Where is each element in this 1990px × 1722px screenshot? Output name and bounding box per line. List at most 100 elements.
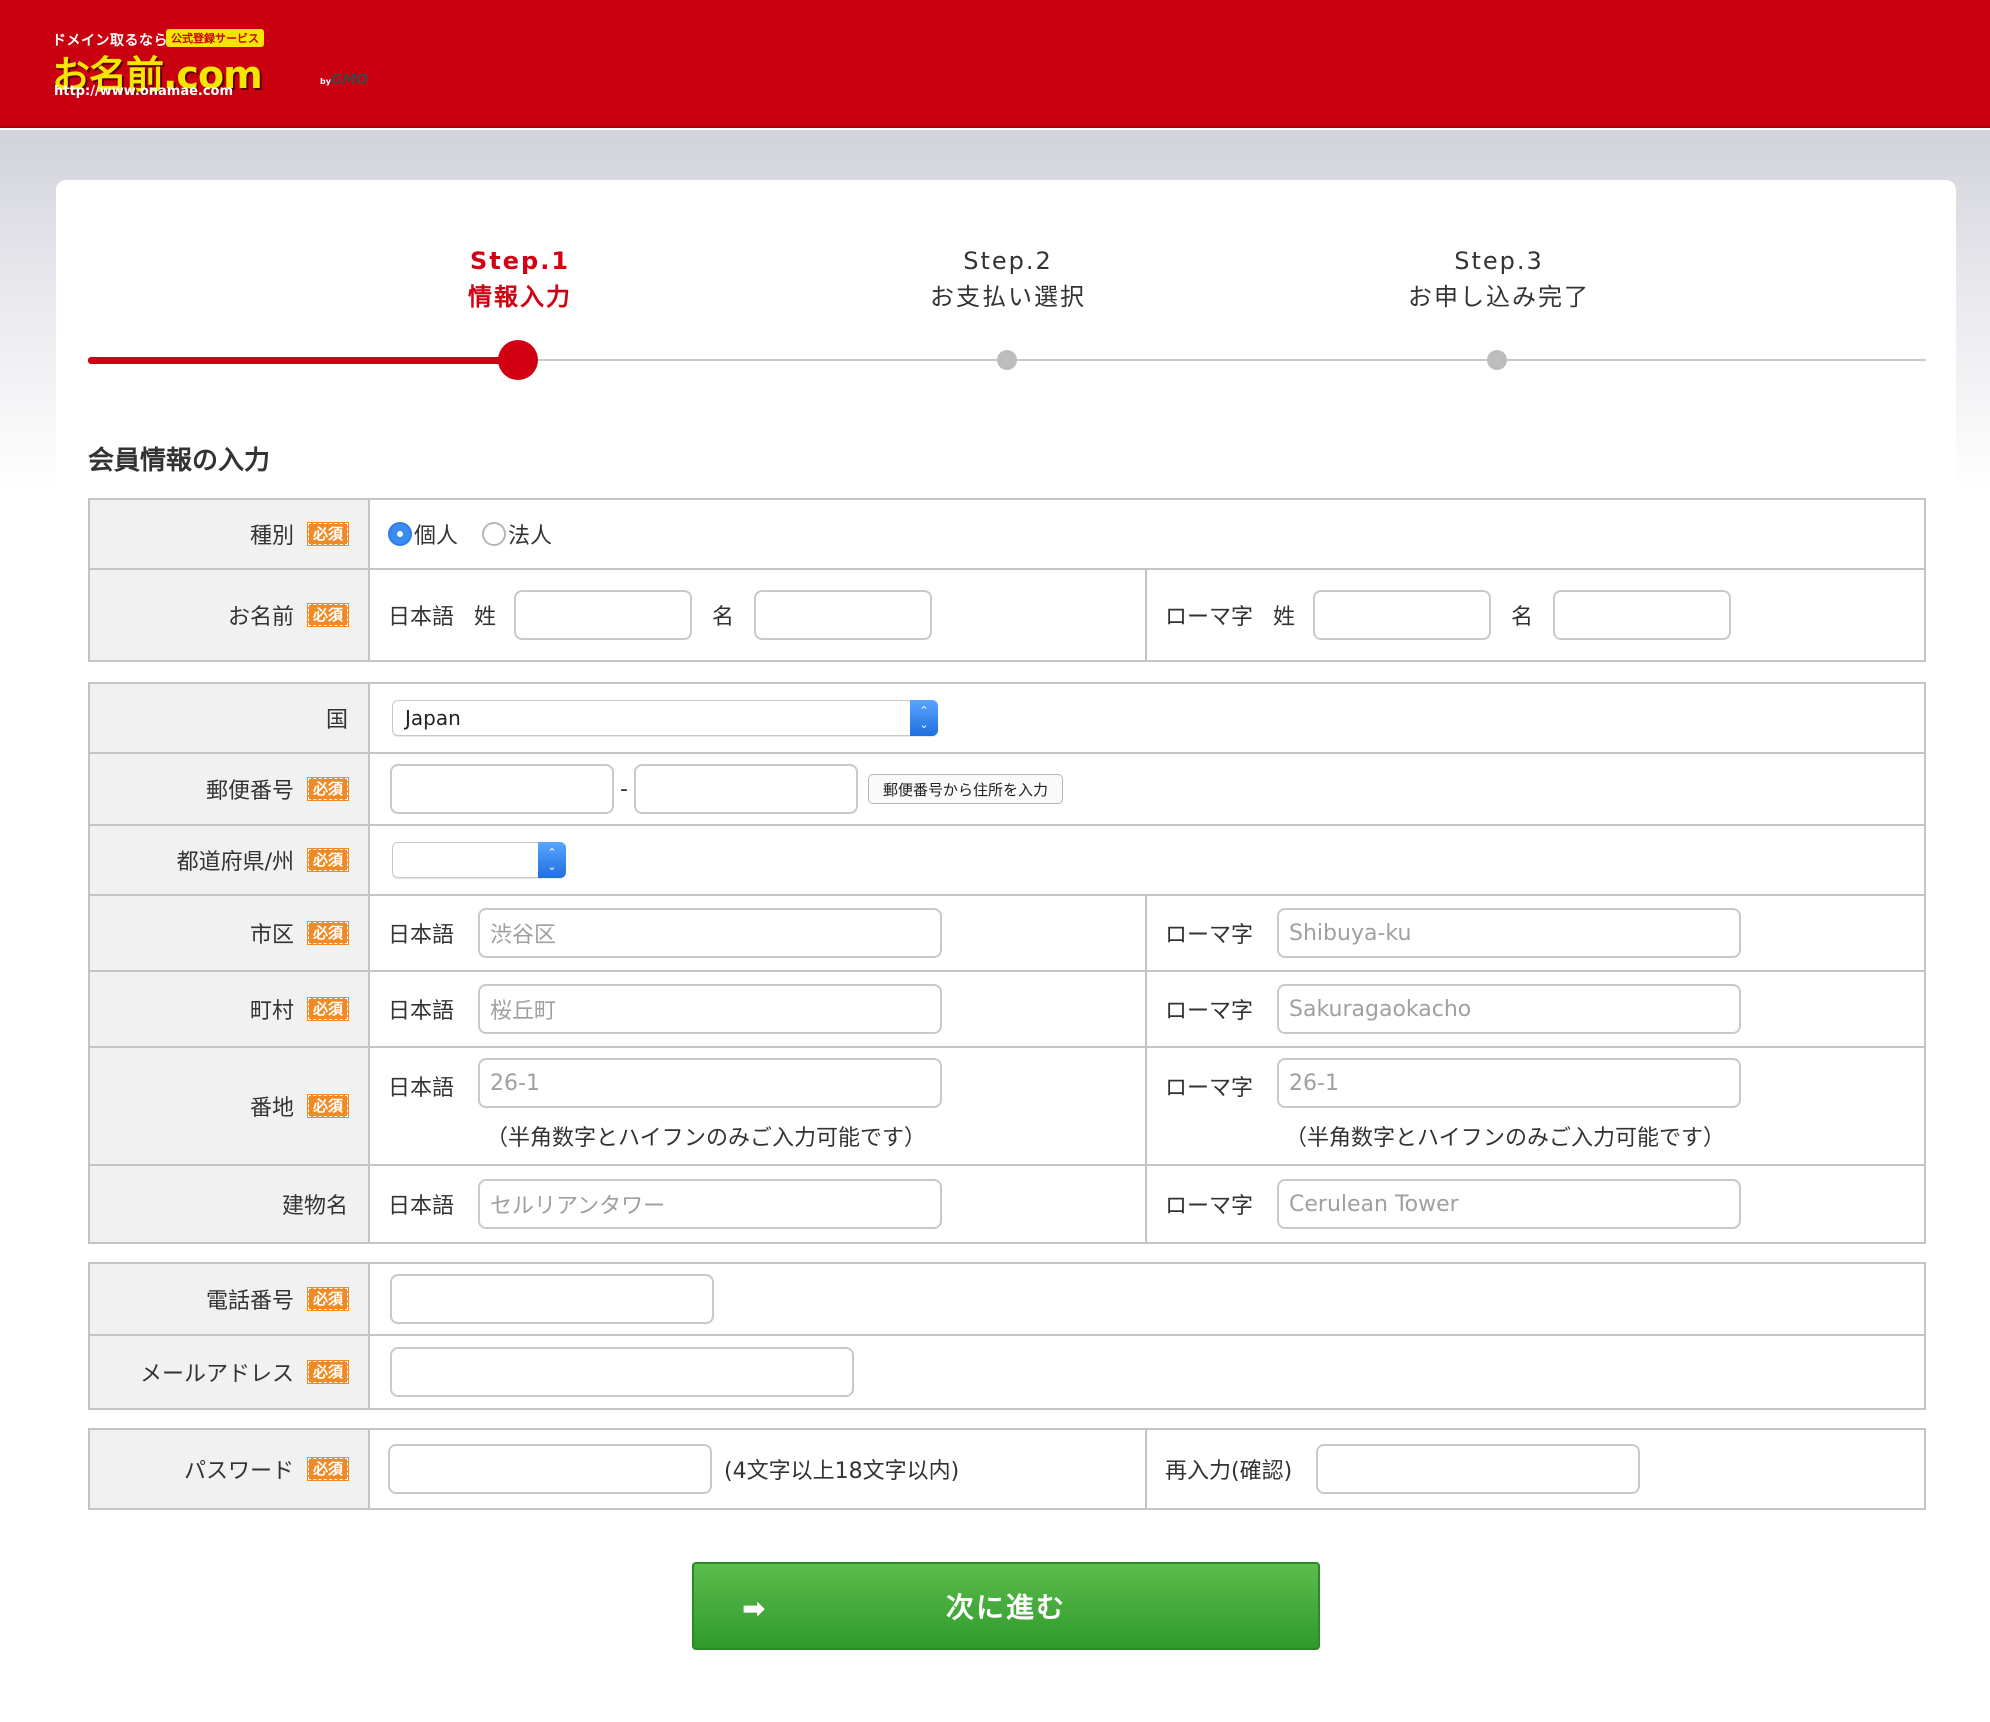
radio-corporate[interactable] xyxy=(482,522,507,546)
postal-code-second-input[interactable] xyxy=(633,764,858,814)
password-fields: (4文字以上18文字以内) 再入力(確認) xyxy=(370,1430,1924,1508)
first-name-label: 名 xyxy=(1511,605,1534,630)
town-romaji: ローマ字 Sakuragaokacho xyxy=(1145,972,1920,1046)
jp-first-name-input[interactable] xyxy=(754,590,933,640)
gmo-logo: byGMO xyxy=(320,72,369,88)
prefecture-select[interactable]: ⌃ ⌄ xyxy=(392,842,566,878)
name-label: お名前 必須 xyxy=(90,570,370,660)
required-badge: 必須 xyxy=(306,522,350,546)
building-romaji: ローマ字 Cerulean Tower xyxy=(1145,1166,1920,1242)
step-2-dot xyxy=(997,350,1017,370)
phone-label: 電話番号 必須 xyxy=(90,1264,370,1334)
name-row: お名前 必須 日本語 姓 名 ローマ字 姓 名 xyxy=(90,570,1924,660)
town-fields: 日本語 桜丘町 ローマ字 Sakuragaokacho xyxy=(370,972,1924,1046)
city-romaji-input[interactable]: Shibuya-ku xyxy=(1277,908,1742,958)
city-romaji: ローマ字 Shibuya-ku xyxy=(1145,896,1920,970)
address-japanese: 日本語 26-1 （半角数字とハイフンのみご入力可能です） xyxy=(370,1048,1145,1164)
next-button-label: 次に進む xyxy=(945,1591,1066,1624)
japanese-label: 日本語 xyxy=(388,1194,455,1219)
japanese-label: 日本語 xyxy=(388,999,455,1024)
step-3-dot xyxy=(1487,350,1507,370)
postal-lookup-button[interactable]: 郵便番号から住所を入力 xyxy=(867,774,1063,804)
romaji-label: ローマ字 xyxy=(1165,1076,1254,1101)
password-input[interactable] xyxy=(388,1444,712,1494)
radio-individual[interactable] xyxy=(388,522,412,546)
town-romaji-input[interactable]: Sakuragaokacho xyxy=(1277,984,1742,1034)
email-input[interactable] xyxy=(390,1347,854,1397)
city-fields: 日本語 渋谷区 ローマ字 Shibuya-ku xyxy=(370,896,1924,970)
required-badge: 必須 xyxy=(306,603,350,627)
next-button[interactable]: ➡ 次に進む xyxy=(692,1562,1320,1650)
phone-field xyxy=(370,1264,1924,1334)
onamae-logo[interactable]: ドメイン取るなら 公式登録サービス お名前.com http://www.ona… xyxy=(52,26,368,102)
password-row: パスワード 必須 (4文字以上18文字以内) 再入力(確認) xyxy=(90,1430,1924,1508)
required-badge: 必須 xyxy=(306,1360,350,1384)
country-label: 国 xyxy=(90,684,370,752)
jp-last-name-input[interactable] xyxy=(514,590,693,640)
city-label: 市区 必須 xyxy=(90,896,370,970)
email-row: メールアドレス 必須 xyxy=(90,1336,1924,1408)
country-select-value: Japan xyxy=(405,706,461,730)
name-romaji: ローマ字 姓 名 xyxy=(1145,570,1920,660)
radio-individual-label[interactable]: 個人 xyxy=(414,518,458,550)
step-2: Step.2 お支払い選択 xyxy=(858,243,1158,315)
address-block: 国 Japan ⌃ ⌄ 郵便番号 必須 - 郵便番号から住所を入力 都道府県/州 必須… xyxy=(88,682,1926,1244)
romaji-first-name-input[interactable] xyxy=(1553,590,1732,640)
arrow-right-icon: ➡ xyxy=(742,1592,768,1625)
city-jp-input[interactable]: 渋谷区 xyxy=(478,908,943,958)
prefecture-field: ⌃ ⌄ xyxy=(370,826,1924,894)
prefecture-row: 都道府県/州 必須 ⌃ ⌄ xyxy=(90,826,1924,896)
romaji-last-name-input[interactable] xyxy=(1313,590,1492,640)
step-2-label: お支払い選択 xyxy=(930,283,1086,311)
town-label: 町村 必須 xyxy=(90,972,370,1046)
building-japanese: 日本語 セルリアンタワー xyxy=(370,1166,1145,1242)
country-select[interactable]: Japan ⌃ ⌄ xyxy=(392,700,938,736)
romaji-label: ローマ字 xyxy=(1165,1194,1254,1219)
town-jp-input[interactable]: 桜丘町 xyxy=(478,984,943,1034)
prefecture-label: 都道府県/州 必須 xyxy=(90,826,370,894)
romaji-label: ローマ字 xyxy=(1165,923,1254,948)
city-row: 市区 必須 日本語 渋谷区 ローマ字 Shibuya-ku xyxy=(90,896,1924,972)
japanese-label: 日本語 xyxy=(388,1076,455,1101)
address-fields: 日本語 26-1 （半角数字とハイフンのみご入力可能です） ローマ字 26-1 … xyxy=(370,1048,1924,1164)
address-romaji: ローマ字 26-1 （半角数字とハイフンのみご入力可能です） xyxy=(1145,1048,1920,1164)
required-badge: 必須 xyxy=(306,1457,350,1481)
type-row: 種別 必須 個人 法人 xyxy=(90,500,1924,570)
site-header: ドメイン取るなら 公式登録サービス お名前.com http://www.ona… xyxy=(0,0,1990,128)
country-row: 国 Japan ⌃ ⌄ xyxy=(90,684,1924,754)
address-romaji-note: （半角数字とハイフンのみご入力可能です） xyxy=(1285,1126,1726,1151)
last-name-label: 姓 xyxy=(474,605,497,630)
building-jp-input[interactable]: セルリアンタワー xyxy=(478,1179,943,1229)
name-fields: 日本語 姓 名 ローマ字 姓 名 xyxy=(370,570,1924,660)
town-japanese: 日本語 桜丘町 xyxy=(370,972,1145,1046)
password-block: パスワード 必須 (4文字以上18文字以内) 再入力(確認) xyxy=(88,1428,1926,1510)
password-confirm-label: 再入力(確認) xyxy=(1165,1459,1293,1484)
step-3-number: Step.3 xyxy=(1454,247,1544,275)
step-3: Step.3 お申し込み完了 xyxy=(1349,243,1649,315)
country-field: Japan ⌃ ⌄ xyxy=(370,684,1924,752)
address-jp-input[interactable]: 26-1 xyxy=(478,1058,943,1108)
postal-code-first-input[interactable] xyxy=(390,764,614,814)
type-options: 個人 法人 xyxy=(370,500,1924,568)
password-main: (4文字以上18文字以内) xyxy=(370,1430,1145,1508)
name-japanese: 日本語 姓 名 xyxy=(370,570,1145,660)
address-row: 番地 必須 日本語 26-1 （半角数字とハイフンのみご入力可能です） ローマ字 … xyxy=(90,1048,1924,1166)
required-badge: 必須 xyxy=(306,1287,350,1311)
step-progress-bar xyxy=(88,357,518,364)
japanese-label: 日本語 xyxy=(388,605,455,630)
phone-row: 電話番号 必須 xyxy=(90,1264,1924,1336)
address-label: 番地 必須 xyxy=(90,1048,370,1164)
step-1-dot xyxy=(498,340,538,380)
type-label: 種別 必須 xyxy=(90,500,370,568)
select-chevron-icon: ⌃ ⌄ xyxy=(910,700,938,736)
phone-input[interactable] xyxy=(390,1274,714,1324)
last-name-label: 姓 xyxy=(1273,605,1296,630)
postal-label: 郵便番号 必須 xyxy=(90,754,370,824)
password-confirm-input[interactable] xyxy=(1316,1444,1641,1494)
required-badge: 必須 xyxy=(306,921,350,945)
address-romaji-input[interactable]: 26-1 xyxy=(1277,1058,1742,1108)
building-romaji-input[interactable]: Cerulean Tower xyxy=(1277,1179,1742,1229)
radio-corporate-label[interactable]: 法人 xyxy=(508,518,552,550)
address-jp-note: （半角数字とハイフンのみご入力可能です） xyxy=(486,1126,927,1151)
postal-separator: - xyxy=(620,776,628,802)
